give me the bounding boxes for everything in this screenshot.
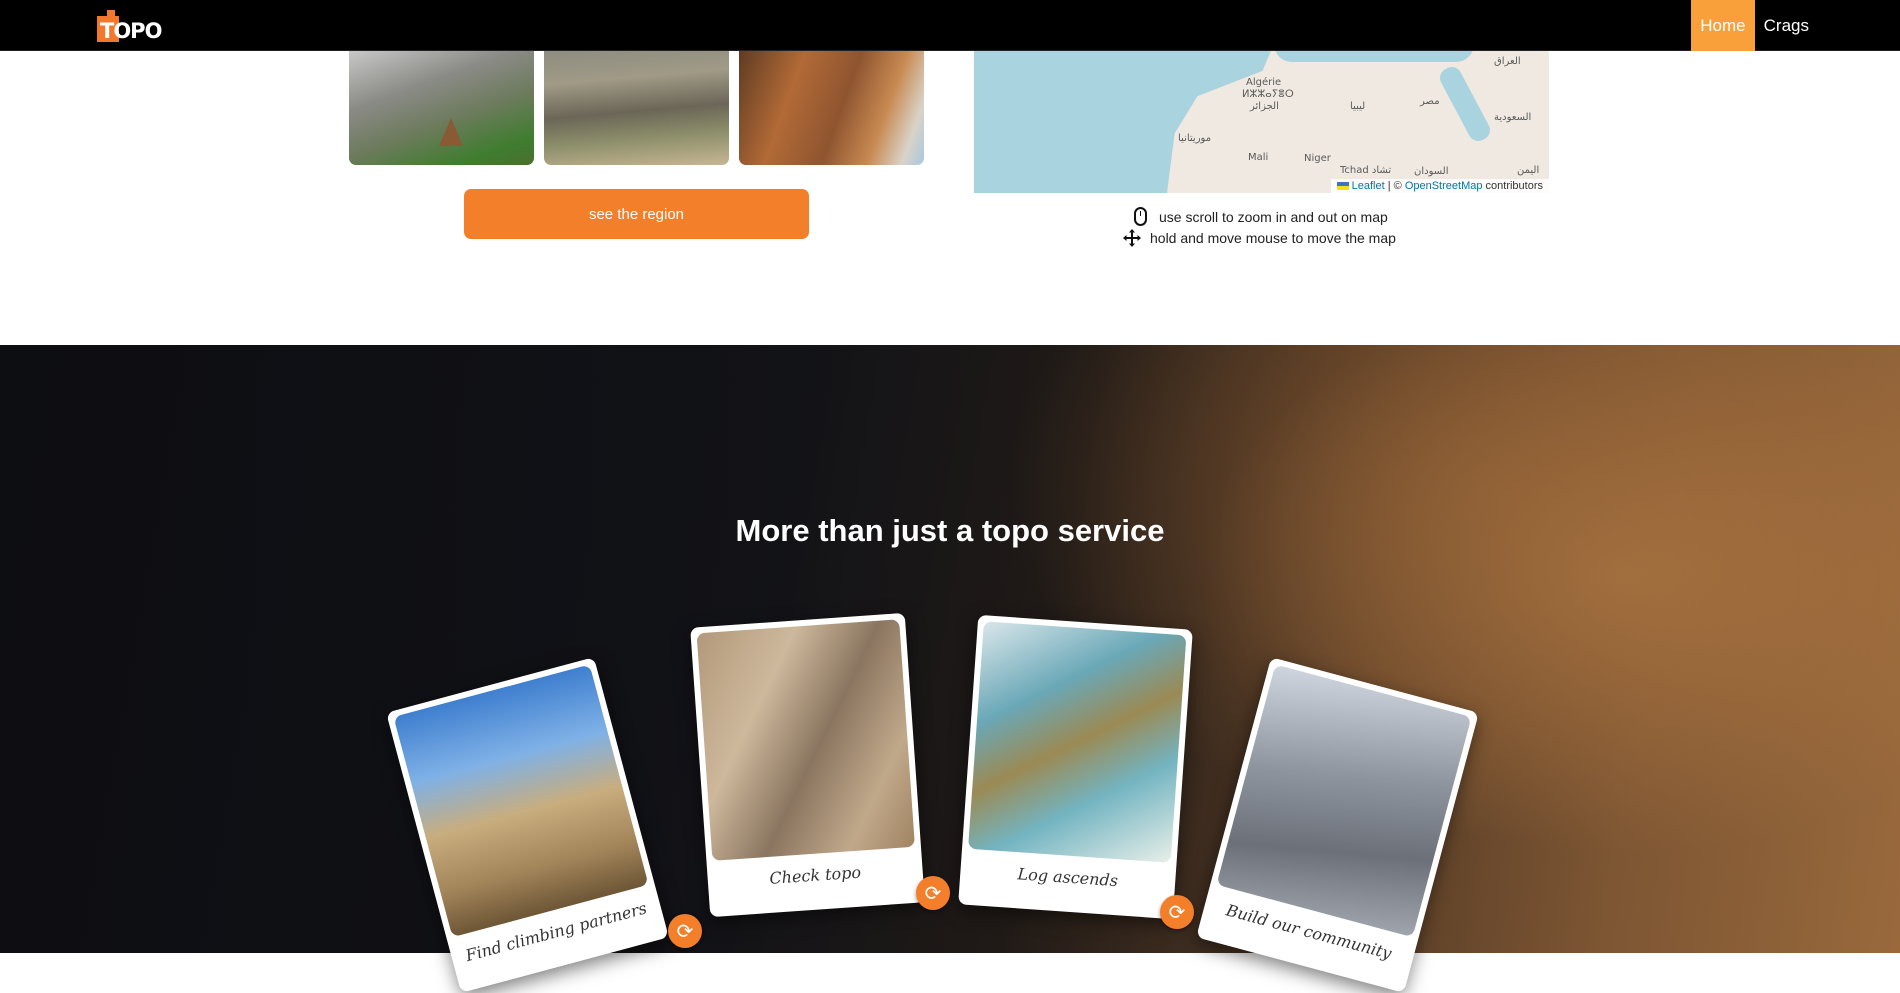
map-label-algeria-ar: الجزائر: [1250, 101, 1279, 112]
map-label-iraq: العراق: [1494, 56, 1521, 67]
ukraine-flag-icon: [1336, 182, 1349, 191]
map-label-libya: ليبيا: [1350, 101, 1366, 112]
map-label-saudi: السعودية: [1494, 112, 1532, 123]
attribution-contributors: contributors: [1482, 180, 1543, 192]
map-label-mauritania: موريتانيا: [1178, 133, 1212, 144]
feature-card-log[interactable]: Log ascends: [958, 614, 1193, 920]
map-label-sudan: السودان: [1414, 166, 1449, 177]
map-label-yemen: اليمن: [1517, 165, 1540, 176]
region-photo-2: [544, 44, 729, 165]
leaflet-link[interactable]: Leaflet: [1352, 180, 1385, 192]
map-label-mali: Mali: [1248, 152, 1269, 163]
attribution-separator: | ©: [1384, 180, 1405, 192]
background-overlay: [0, 345, 1900, 953]
see-region-button[interactable]: see the region: [464, 189, 809, 239]
refresh-icon[interactable]: ⟳: [1160, 895, 1194, 929]
mouse-icon: [1134, 207, 1147, 226]
nav-item-home[interactable]: Home: [1691, 0, 1755, 51]
topo-logo[interactable]: TOPO: [97, 10, 162, 43]
osm-link[interactable]: OpenStreetMap: [1405, 180, 1483, 192]
region-photo-1: [349, 44, 534, 165]
map-label-egypt: مصر: [1420, 96, 1440, 107]
features-title: More than just a topo service: [735, 513, 1165, 548]
feature-card-topo[interactable]: Check topo: [690, 612, 925, 918]
hut-shape: [439, 118, 463, 146]
logo-text: TOPO: [100, 19, 162, 43]
move-arrows-icon: [1123, 229, 1141, 247]
nav-item-crags[interactable]: Crags: [1755, 0, 1818, 51]
card-label-topo: Check topo: [768, 862, 862, 888]
map-label-algeria: Algérie: [1246, 77, 1282, 88]
map-hint-zoom: use scroll to zoom in and out on map: [1134, 207, 1388, 226]
refresh-icon[interactable]: ⟳: [668, 914, 702, 948]
card-image-log: [968, 621, 1187, 863]
region-photo-3: [739, 44, 924, 165]
map-hint-zoom-text: use scroll to zoom in and out on map: [1159, 208, 1388, 225]
card-label-log: Log ascends: [1016, 864, 1119, 891]
map-hint-move-text: hold and move mouse to move the map: [1150, 230, 1396, 246]
map-attribution: Leaflet | © OpenStreetMap contributors: [1330, 179, 1549, 193]
region-map[interactable]: Algérie ⵍⵣⵣⴰⵢⴻⵔ الجزائر موريتانيا ليبيا …: [974, 44, 1549, 193]
navbar: TOPO Home Crags: [0, 0, 1900, 51]
features-section: More than just a topo service: [0, 345, 1900, 953]
refresh-icon[interactable]: ⟳: [916, 876, 950, 910]
map-label-algeria-tifinagh: ⵍⵣⵣⴰⵢⴻⵔ: [1242, 89, 1294, 100]
card-image-topo: [696, 619, 915, 861]
map-label-niger: Niger: [1304, 153, 1331, 164]
nav-menu: Home Crags: [1691, 0, 1818, 51]
map-label-chad: Tchad تشاد: [1340, 165, 1392, 176]
map-hint-move: hold and move mouse to move the map: [1122, 228, 1396, 248]
